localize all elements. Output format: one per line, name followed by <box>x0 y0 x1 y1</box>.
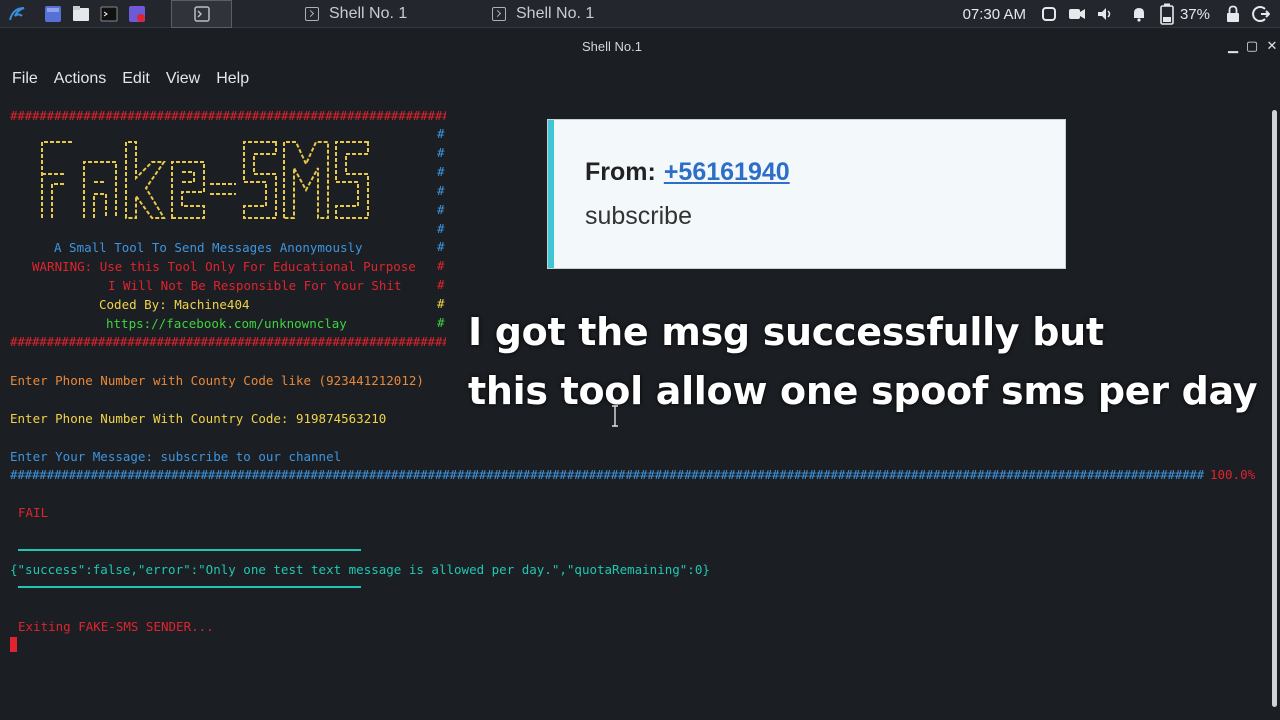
maximize-icon[interactable]: ▢ <box>1243 38 1261 56</box>
close-icon[interactable]: ✕ <box>1263 38 1280 56</box>
fail-status: FAIL <box>18 505 49 520</box>
received-sms-card: From: +56161940 subscribe <box>547 119 1066 269</box>
window-titlebar[interactable]: Shell No.1 ▁ ▢ ✕ <box>0 30 1280 64</box>
banner-link[interactable]: https://facebook.com/unknownclay <box>106 316 347 331</box>
progress-percent: 100.0% <box>1210 467 1256 482</box>
banner-warning-line2: I Will Not Be Responsible For Your Shit <box>108 278 402 293</box>
notification-bell-icon[interactable] <box>1128 3 1150 25</box>
window-title: Shell No.1 <box>582 39 642 54</box>
sms-from-number[interactable]: +56161940 <box>664 158 790 186</box>
terminal-icon[interactable] <box>98 3 120 25</box>
lock-icon[interactable] <box>1222 3 1244 25</box>
system-tray: 07:30 AM 37% <box>963 0 1280 28</box>
banner-warning-line1: WARNING: Use this Tool Only For Educatio… <box>32 259 416 274</box>
sms-card-accent <box>548 120 554 268</box>
progress-bar: ########################################… <box>10 467 1204 482</box>
clock[interactable]: 07:30 AM <box>963 6 1026 23</box>
minimize-icon[interactable]: ▁ <box>1224 38 1242 56</box>
menu-file[interactable]: File <box>12 70 38 88</box>
banner-border-top: ########################################… <box>10 108 446 123</box>
banner-border-right-lower: # <box>437 239 445 254</box>
terminal-scrollbar[interactable] <box>1272 110 1277 707</box>
terminal-icon <box>305 7 319 21</box>
terminal-icon <box>193 6 210 22</box>
menu-view[interactable]: View <box>166 70 200 88</box>
camera-icon[interactable] <box>1066 3 1088 25</box>
exit-message: Exiting FAKE-SMS SENDER... <box>18 619 214 634</box>
response-rule-bottom <box>18 586 361 588</box>
caption-line2: this tool allow one spoof sms per day <box>468 369 1258 413</box>
task-label: Shell No. 1 <box>516 5 595 22</box>
kali-menu-icon[interactable] <box>6 3 28 25</box>
text-select-cursor-icon <box>612 405 618 427</box>
banner-border-right-link: # <box>437 315 445 330</box>
banner-coded-by: Coded By: Machine404 <box>99 297 250 312</box>
taskbar: Shell No. 1 Shell No. 1 07:30 AM 37% <box>0 0 1280 28</box>
task-shell-1[interactable]: Shell No. 1 <box>305 0 407 28</box>
terminal-icon <box>492 7 506 21</box>
battery-icon[interactable] <box>1156 3 1178 25</box>
file-manager-icon[interactable] <box>70 3 92 25</box>
workspace-icon[interactable] <box>42 3 64 25</box>
screen-icon[interactable] <box>1038 3 1060 25</box>
text-cursor <box>10 637 17 652</box>
api-response: {"success":false,"error":"Only one test … <box>10 562 710 577</box>
logout-icon[interactable] <box>1250 3 1272 25</box>
banner-border-bottom: ########################################… <box>10 334 446 349</box>
fake-sms-ascii-logo <box>41 141 369 219</box>
task-shell-2[interactable]: Shell No. 1 <box>492 0 594 28</box>
sms-body: subscribe <box>585 202 692 230</box>
banner-border-right-warn: # # <box>437 258 445 292</box>
active-terminal-task[interactable] <box>171 0 232 28</box>
sms-from-line: From: +56161940 <box>585 158 790 187</box>
menu-edit[interactable]: Edit <box>122 70 150 88</box>
banner-border-right-coded: # <box>437 296 445 311</box>
banner-border-right: # # # # # # <box>437 126 445 236</box>
menu-help[interactable]: Help <box>216 70 249 88</box>
phone-hint-line: Enter Phone Number with County Code like… <box>10 373 424 388</box>
caption-line1: I got the msg successfully but <box>468 310 1104 354</box>
volume-icon[interactable] <box>1094 3 1116 25</box>
menu-bar: File Actions Edit View Help <box>0 64 253 94</box>
banner-tagline: A Small Tool To Send Messages Anonymousl… <box>54 240 363 255</box>
menu-actions[interactable]: Actions <box>54 70 106 88</box>
task-label: Shell No. 1 <box>329 5 408 22</box>
message-input-line: Enter Your Message: subscribe to our cha… <box>10 449 342 464</box>
browser-icon[interactable] <box>126 3 148 25</box>
phone-input-line: Enter Phone Number With Country Code: 91… <box>10 411 387 426</box>
sms-from-label: From: <box>585 158 656 186</box>
response-rule-top <box>18 549 361 551</box>
battery-percent: 37% <box>1179 5 1210 23</box>
